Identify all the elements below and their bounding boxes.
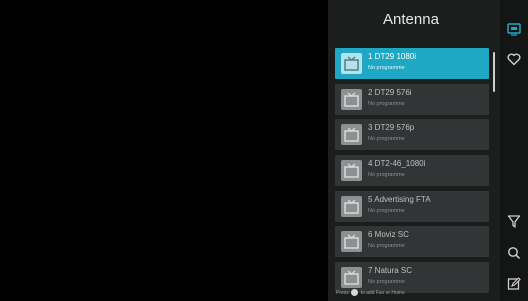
heart-icon[interactable] [506,51,522,67]
channel-item-4[interactable]: 4 DT2-46_1080i No programme [335,155,489,187]
tv-thumbnail-icon [341,53,362,74]
channel-name: 2 DT29 576i [368,87,412,97]
channel-programme: No programme [368,65,405,71]
channel-programme: No programme [368,279,405,286]
channel-name: 3 DT29 576p [368,123,415,133]
channel-name: 5 Advertising FTA [368,194,431,204]
tv-icon[interactable] [506,21,522,37]
tv-thumbnail-icon [341,124,362,146]
tv-thumbnail-icon [341,88,362,110]
edit-icon[interactable] [506,276,522,292]
channel-name: 6 Moviz SC [368,230,409,240]
channel-item-1[interactable]: 1 DT29 1080i No programme [335,48,489,79]
hint-text: Press to add Fav or Home [336,289,405,296]
ok-button-icon [351,289,359,296]
panel-title: Antenna [383,11,439,28]
tv-thumbnail-icon [341,231,362,253]
channel-programme: No programme [368,243,405,250]
video-preview-area [0,0,328,301]
channel-item-5[interactable]: 5 Advertising FTA No programme [335,190,489,222]
channel-name: 4 DT2-46_1080i [368,159,426,169]
tv-thumbnail-icon [341,160,362,182]
channel-item-2[interactable]: 2 DT29 576i No programme [335,83,489,115]
channel-programme: No programme [368,207,405,214]
channel-name: 1 DT29 1080i [368,52,417,61]
channel-item-3[interactable]: 3 DT29 576p No programme [335,119,489,151]
filter-icon[interactable] [506,213,522,229]
side-toolbar [500,0,528,301]
channel-list-scrollbar[interactable] [493,52,495,92]
hint-prefix: Press [336,289,349,296]
tv-thumbnail-icon [341,267,362,289]
hint-suffix: to add Fav or Home [360,289,405,296]
channel-programme: No programme [368,136,405,143]
channel-programme: No programme [368,172,405,179]
search-icon[interactable] [506,245,522,261]
tv-thumbnail-icon [341,195,362,217]
channel-list: 1 DT29 1080i No programme 2 DT29 576i No… [335,48,489,298]
channel-name: 7 Natura SC [368,266,413,276]
channel-item-6[interactable]: 6 Moviz SC No programme [335,226,489,258]
channel-programme: No programme [368,100,405,107]
